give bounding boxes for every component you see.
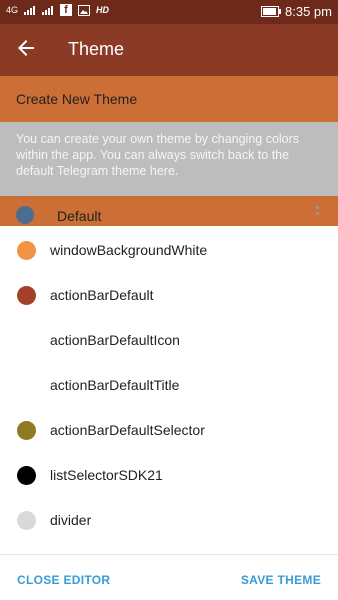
page-title: Theme: [68, 39, 125, 59]
color-key-item[interactable]: windowBackgroundWhite: [0, 228, 338, 273]
editor-footer: CLOSE EDITOR SAVE THEME: [0, 556, 338, 600]
color-key-item[interactable]: actionBarDefaultIcon: [0, 318, 338, 363]
status-right: 8:35 pm: [261, 4, 332, 19]
theme-editor-sheet: windowBackgroundWhite actionBarDefault act…: [0, 226, 338, 600]
clock: 8:35 pm: [285, 4, 332, 19]
color-key-name: actionBarDefaultIcon: [50, 332, 180, 348]
color-key-item[interactable]: actionBarDefaultTitle: [0, 363, 338, 408]
default-theme-row[interactable]: Default: [0, 196, 338, 226]
color-swatch: [17, 511, 36, 530]
footer-divider: [0, 554, 338, 555]
facebook-icon: f: [60, 4, 73, 16]
color-key-name: actionBarDefaultTitle: [50, 377, 180, 393]
color-key-name: divider: [50, 512, 92, 528]
hd-label: HD: [96, 5, 110, 15]
close-editor-button[interactable]: CLOSE EDITOR: [17, 573, 110, 587]
color-key-name: windowBackgroundWhite: [50, 242, 208, 258]
color-swatch: [17, 331, 36, 350]
color-key-name: listSelectorSDK21: [50, 467, 163, 483]
color-swatch: [17, 286, 36, 305]
color-swatch: [17, 376, 36, 395]
color-key-item[interactable]: listSelectorSDK21: [0, 453, 338, 498]
network-label: 4G: [6, 5, 19, 15]
color-key-item[interactable]: actionBarDefaultSelector: [0, 408, 338, 453]
default-theme-swatch: [16, 206, 34, 224]
status-left: 4G f HD: [6, 4, 109, 16]
default-theme-label: Default: [57, 208, 102, 224]
battery-fill: [263, 8, 276, 15]
color-swatch: [17, 241, 36, 260]
status-bar: 4G f HD 8:35 pm: [0, 0, 338, 24]
signal-icon-2: [42, 6, 54, 15]
color-swatch: [17, 466, 36, 485]
arrow-back-icon[interactable]: [14, 36, 38, 60]
battery-icon: [261, 6, 282, 17]
theme-info-text: You can create your own theme by changin…: [16, 132, 300, 178]
signal-icon: [24, 6, 36, 15]
more-options-icon[interactable]: [316, 206, 320, 218]
color-key-name: actionBarDefaultSelector: [50, 422, 205, 438]
app-bar: Theme: [0, 24, 338, 76]
color-swatch: [17, 421, 36, 440]
create-new-theme-label: Create New Theme: [16, 91, 138, 107]
save-theme-button[interactable]: SAVE THEME: [241, 573, 321, 587]
create-new-theme-row[interactable]: Create New Theme: [0, 76, 338, 122]
theme-info-panel: You can create your own theme by changin…: [0, 122, 338, 196]
image-icon: [78, 4, 91, 16]
color-key-item[interactable]: divider: [0, 498, 338, 543]
color-key-name: actionBarDefault: [50, 287, 154, 303]
color-key-item[interactable]: actionBarDefault: [0, 273, 338, 318]
